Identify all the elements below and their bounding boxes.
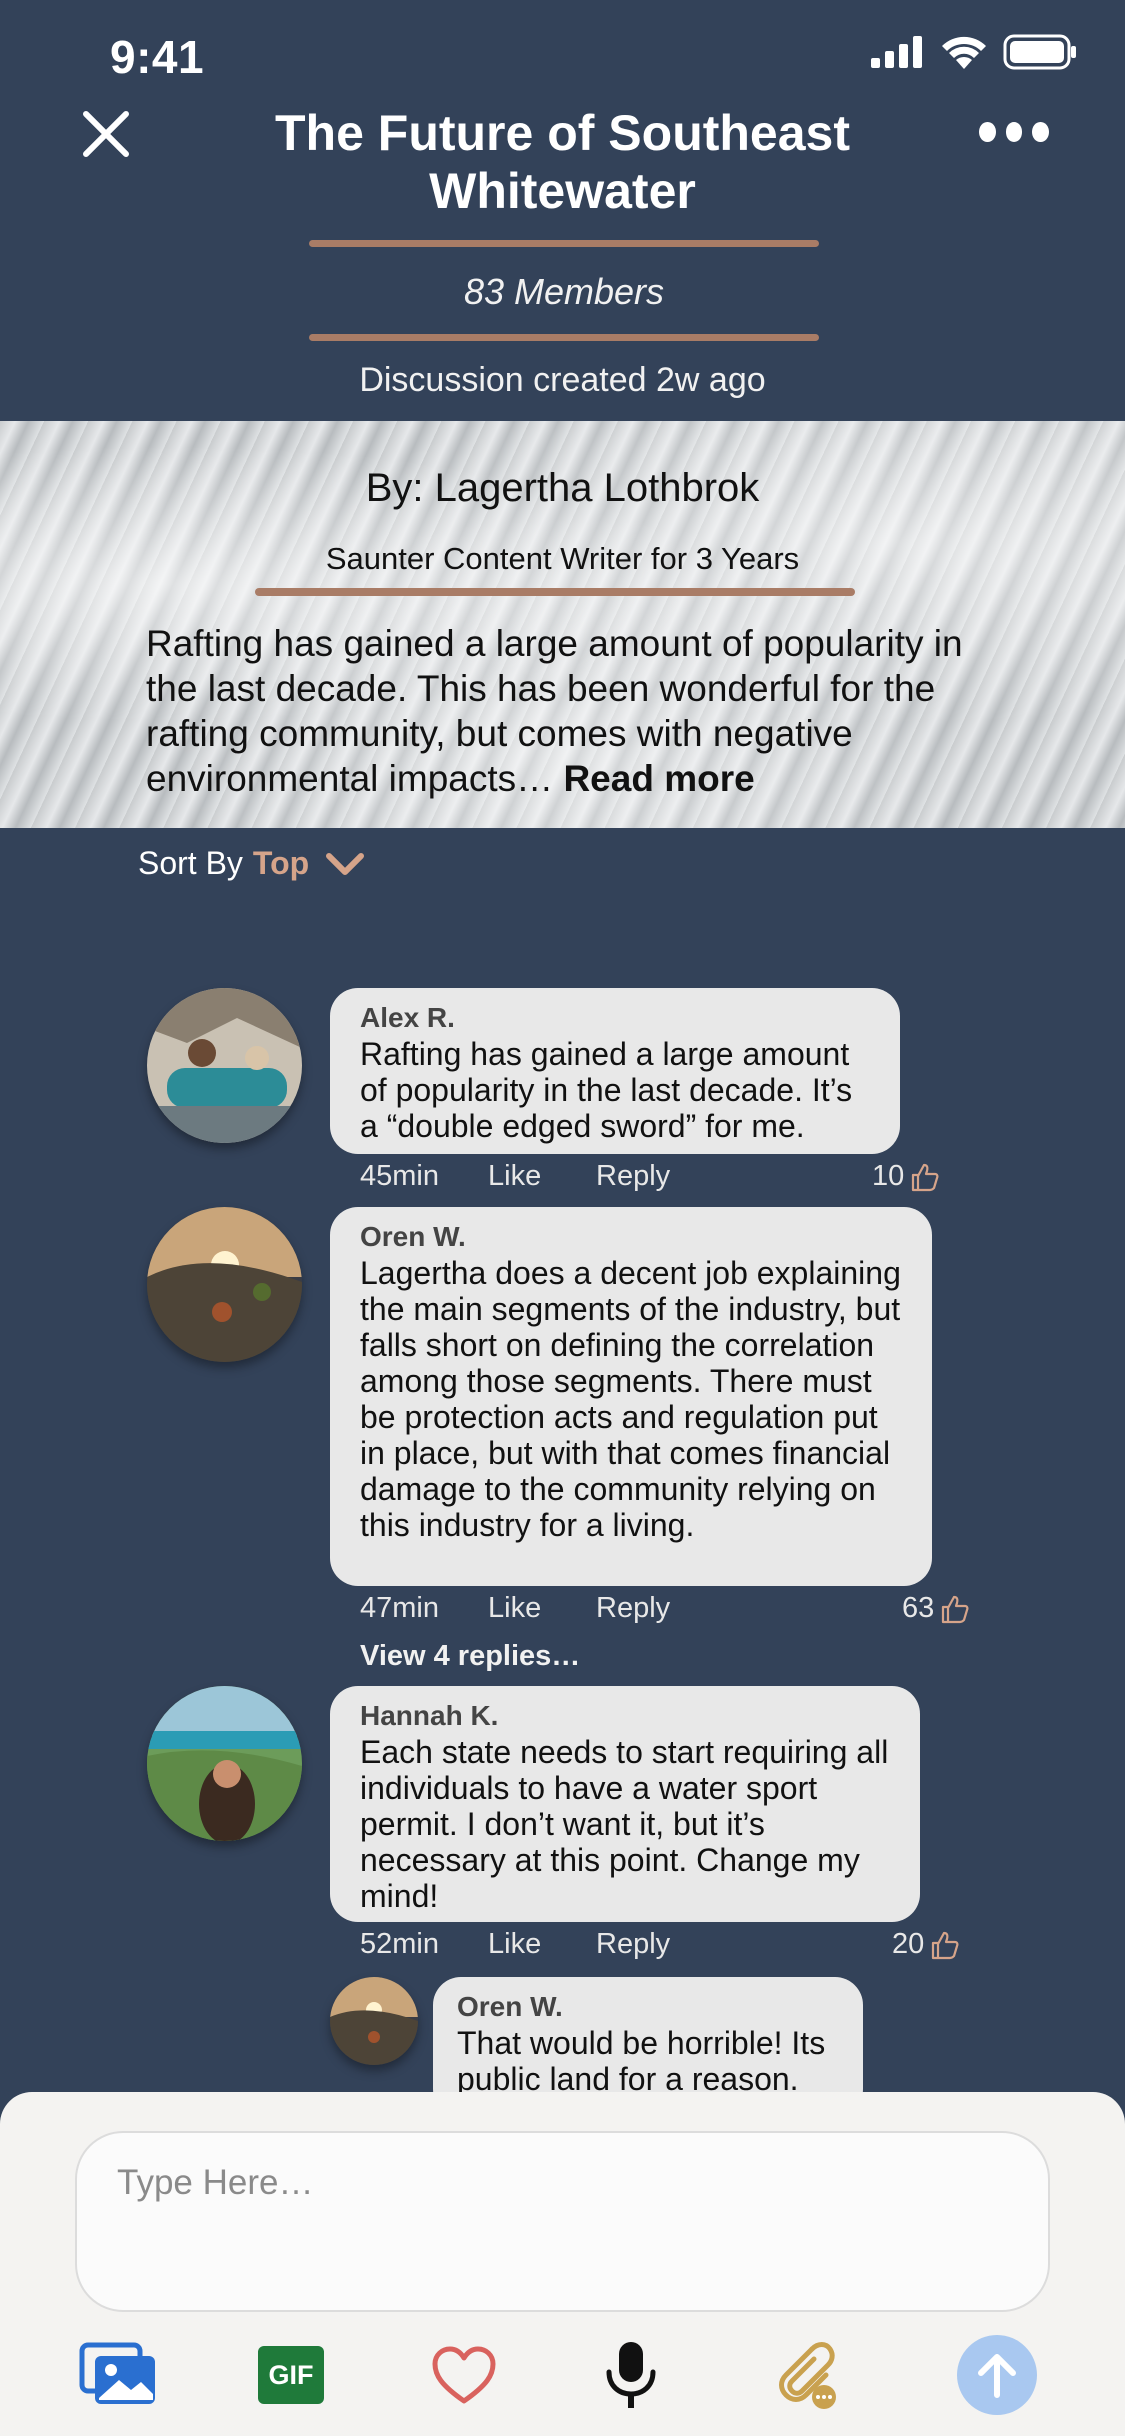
status-icons <box>871 34 1077 70</box>
comment-actions: 47min Like Reply <box>360 1592 670 1625</box>
avatar[interactable] <box>330 1977 418 2065</box>
gif-icon: GIF <box>258 2346 324 2404</box>
send-arrow-icon <box>978 2354 1016 2398</box>
divider <box>255 588 855 596</box>
chevron-down-icon <box>326 852 365 875</box>
comment-time: 47min <box>360 1592 439 1624</box>
comment-text: Lagertha does a decent job explaining th… <box>360 1255 901 1543</box>
like-count[interactable]: 20 <box>892 1928 960 1961</box>
like-count-value: 10 <box>872 1160 905 1192</box>
comment-author[interactable]: Hannah K. <box>360 1700 892 1732</box>
sort-dropdown[interactable]: Sort By Top <box>138 845 365 882</box>
author-subtitle: Saunter Content Writer for 3 Years <box>325 541 800 576</box>
read-more-link[interactable]: Read more <box>563 758 754 799</box>
comment-text: Each state needs to start requiring all … <box>360 1734 889 1914</box>
comment-actions: 45min Like Reply <box>360 1160 670 1193</box>
divider <box>309 240 819 247</box>
heart-icon <box>432 2346 496 2404</box>
message-placeholder: Type Here… <box>117 2163 314 2202</box>
more-button[interactable] <box>979 118 1050 146</box>
created-time: Discussion created 2w ago <box>359 361 766 399</box>
comment-text: That would be horrible! Its public land … <box>457 2025 826 2097</box>
avatar[interactable] <box>147 988 302 1143</box>
like-button[interactable]: Like <box>488 1592 596 1625</box>
divider <box>309 334 819 341</box>
comment-bubble: Hannah K. Each state needs to start requ… <box>330 1686 920 1922</box>
send-button[interactable] <box>956 2334 1038 2416</box>
reply-button[interactable]: Reply <box>596 1592 670 1625</box>
sort-label: Sort By <box>138 845 243 881</box>
discussion-title: The Future of Southeast Whitewater <box>275 105 850 219</box>
post-author: By: Lagertha Lothbrok <box>365 466 760 510</box>
comment-author[interactable]: Oren W. <box>360 1221 904 1253</box>
comment-time: 45min <box>360 1160 439 1192</box>
sort-value: Top <box>252 845 310 881</box>
attach-button[interactable] <box>763 2334 845 2416</box>
thumbs-up-icon <box>912 1163 939 1191</box>
microphone-icon <box>606 2342 656 2408</box>
comment-actions: 52min Like Reply <box>360 1928 670 1961</box>
reply-button[interactable]: Reply <box>596 1160 670 1193</box>
wifi-icon <box>942 36 986 69</box>
message-input[interactable]: Type Here… <box>75 2131 1050 2312</box>
post-excerpt-text: Rafting has gained a large amount of pop… <box>146 623 963 799</box>
comment-time: 52min <box>360 1928 439 1960</box>
comment-bubble: Oren W. Lagertha does a decent job expla… <box>330 1207 932 1586</box>
reply-button[interactable]: Reply <box>596 1928 670 1961</box>
avatar[interactable] <box>147 1686 302 1841</box>
like-count[interactable]: 63 <box>902 1592 970 1625</box>
thumbs-up-icon <box>932 1931 959 1959</box>
comment-author[interactable]: Oren W. <box>457 1991 839 2023</box>
like-button[interactable]: Like <box>488 1160 596 1193</box>
like-count-value: 63 <box>902 1592 935 1624</box>
signal-icon <box>871 36 922 68</box>
post-excerpt: Rafting has gained a large amount of pop… <box>146 621 996 801</box>
close-icon <box>83 111 129 157</box>
members-count[interactable]: 83 Members <box>309 271 819 313</box>
comment-text: Rafting has gained a large amount of pop… <box>360 1036 853 1144</box>
avatar[interactable] <box>147 1207 302 1362</box>
voice-button[interactable] <box>590 2334 672 2416</box>
send-circle <box>957 2335 1037 2415</box>
status-time: 9:41 <box>110 31 205 83</box>
photo-button[interactable] <box>78 2334 160 2416</box>
comment-bubble: Alex R. Rafting has gained a large amoun… <box>330 988 900 1154</box>
battery-icon <box>1003 34 1076 70</box>
thumbs-up-icon <box>942 1595 969 1623</box>
gif-button[interactable]: GIF <box>250 2334 332 2416</box>
like-button[interactable]: Like <box>488 1928 596 1961</box>
like-count-value: 20 <box>892 1928 925 1960</box>
comment-author[interactable]: Alex R. <box>360 1002 872 1034</box>
view-replies-link[interactable]: View 4 replies… <box>360 1640 580 1673</box>
photo-gallery-icon <box>79 2342 155 2404</box>
more-icon <box>979 122 996 142</box>
like-count[interactable]: 10 <box>872 1160 940 1193</box>
attachment-icon <box>779 2342 836 2409</box>
close-button[interactable] <box>80 108 132 160</box>
like-reaction-button[interactable] <box>423 2334 505 2416</box>
